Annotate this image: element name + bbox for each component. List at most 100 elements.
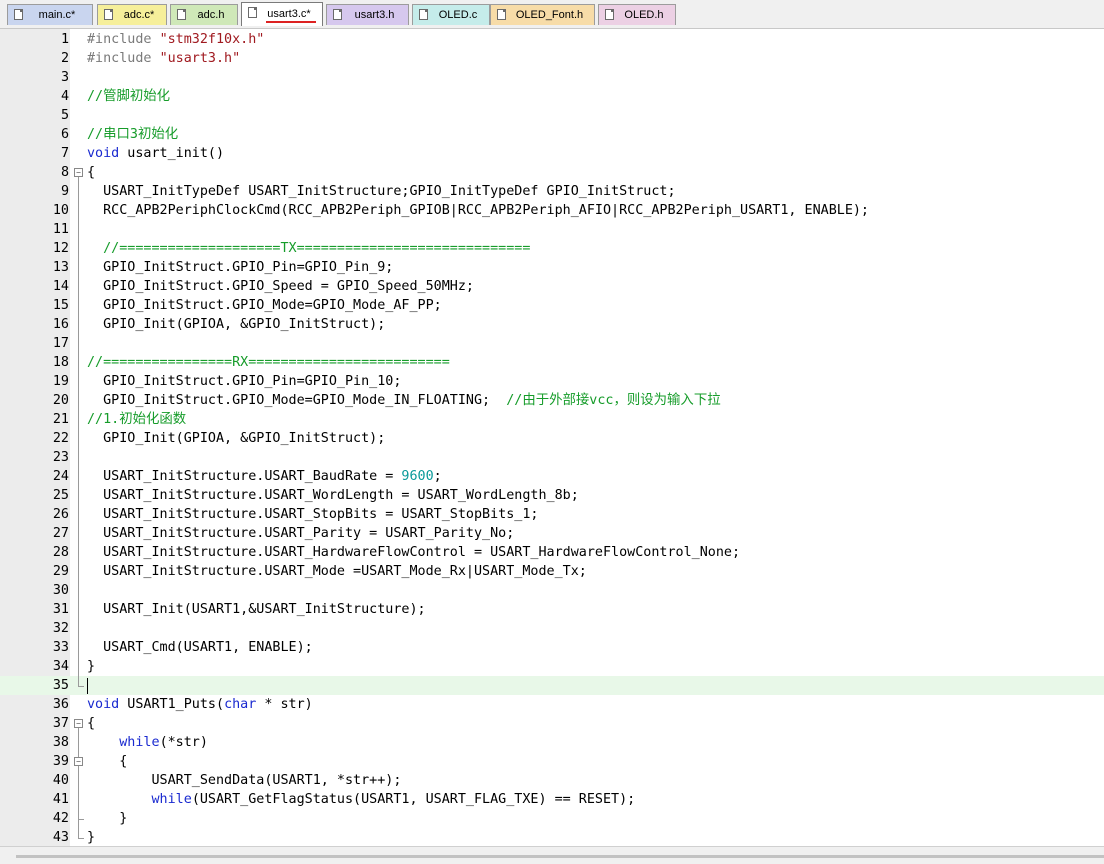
- code-token: GPIO_InitStruct.GPIO_Mode=GPIO_Mode_IN_F…: [87, 393, 507, 408]
- tab-label: usart3.h: [354, 9, 395, 21]
- line-number: 21: [52, 412, 69, 427]
- line-number: 35: [52, 678, 69, 693]
- code-text: }: [87, 828, 95, 846]
- scrollbar-thumb[interactable]: [16, 855, 1104, 858]
- code-line[interactable]: 6 //串口3初始化: [0, 125, 1104, 144]
- line-number: 22: [52, 431, 69, 446]
- code-text: while(*str): [87, 733, 208, 752]
- active-tab-indicator: [266, 21, 316, 23]
- code-line[interactable]: 21 //1.初始化函数: [0, 410, 1104, 429]
- line-number: 31: [52, 602, 69, 617]
- code-line[interactable]: 39 {: [0, 752, 1104, 771]
- code-token: ;: [433, 469, 442, 484]
- tab-usart3-c[interactable]: usart3.c*: [241, 2, 323, 26]
- code-line[interactable]: 7 void usart_init(): [0, 144, 1104, 163]
- code-line[interactable]: 13 GPIO_InitStruct.GPIO_Pin=GPIO_Pin_9;: [0, 258, 1104, 277]
- code-line[interactable]: 27 USART_InitStructure.USART_Parity = US…: [0, 524, 1104, 543]
- code-text: //================RX====================…: [87, 353, 450, 372]
- code-token: }: [87, 811, 128, 826]
- code-line[interactable]: 17: [0, 334, 1104, 353]
- code-line[interactable]: 35: [0, 676, 1104, 695]
- code-line[interactable]: 1 #include "stm32f10x.h": [0, 30, 1104, 49]
- code-line[interactable]: 36 void USART1_Puts(char * str): [0, 695, 1104, 714]
- code-token: }: [87, 659, 96, 674]
- code-line[interactable]: 26 USART_InitStructure.USART_StopBits = …: [0, 505, 1104, 524]
- code-line[interactable]: 20 GPIO_InitStruct.GPIO_Mode=GPIO_Mode_I…: [0, 391, 1104, 410]
- line-number: 28: [52, 545, 69, 560]
- code-line[interactable]: 3: [0, 68, 1104, 87]
- line-number: 2: [60, 51, 69, 66]
- code-line[interactable]: 34}: [0, 657, 1104, 676]
- code-text: USART_InitStructure.USART_Parity = USART…: [87, 524, 514, 543]
- code-text: GPIO_InitStruct.GPIO_Speed = GPIO_Speed_…: [87, 277, 474, 296]
- code-line[interactable]: 32: [0, 619, 1104, 638]
- code-line[interactable]: 28 USART_InitStructure.USART_HardwareFlo…: [0, 543, 1104, 562]
- line-number: 38: [52, 735, 69, 750]
- code-line[interactable]: 37 {: [0, 714, 1104, 733]
- code-text: USART_InitTypeDef USART_InitStructure;GP…: [87, 182, 675, 201]
- code-line[interactable]: 11: [0, 220, 1104, 239]
- line-number: 3: [60, 70, 69, 85]
- tab-usart3-h[interactable]: usart3.h: [326, 4, 409, 25]
- fold-end-marker: [78, 819, 84, 820]
- horizontal-scrollbar[interactable]: [0, 846, 1104, 864]
- tab-main-c[interactable]: main.c*: [7, 4, 93, 25]
- code-line[interactable]: 38 while(*str): [0, 733, 1104, 752]
- code-line[interactable]: 33 USART_Cmd(USART1, ENABLE);: [0, 638, 1104, 657]
- line-number: 29: [52, 564, 69, 579]
- line-number: 20: [52, 393, 69, 408]
- code-token: #include: [87, 51, 160, 66]
- tab-adc-c[interactable]: adc.c*: [97, 4, 167, 25]
- tab-label: adc.c*: [123, 9, 155, 21]
- code-line[interactable]: 43}: [0, 828, 1104, 846]
- code-text: //管脚初始化: [87, 87, 170, 106]
- code-token: "usart3.h": [159, 51, 241, 66]
- code-line[interactable]: 12 //====================TX=============…: [0, 239, 1104, 258]
- tab-adc-h[interactable]: adc.h: [170, 4, 238, 25]
- line-number: 6: [60, 127, 69, 142]
- code-line[interactable]: 30: [0, 581, 1104, 600]
- line-number: 42: [52, 811, 69, 826]
- code-line[interactable]: 18 //================RX==================…: [0, 353, 1104, 372]
- tab-oled-c[interactable]: OLED.c: [412, 4, 490, 25]
- code-line[interactable]: 8{: [0, 163, 1104, 182]
- fold-guide: [78, 177, 79, 686]
- code-line[interactable]: 16 GPIO_Init(GPIOA, &GPIO_InitStruct);: [0, 315, 1104, 334]
- code-line[interactable]: 29 USART_InitStructure.USART_Mode =USART…: [0, 562, 1104, 581]
- code-line[interactable]: 23: [0, 448, 1104, 467]
- code-line[interactable]: 15 GPIO_InitStruct.GPIO_Mode=GPIO_Mode_A…: [0, 296, 1104, 315]
- code-line[interactable]: 5: [0, 106, 1104, 125]
- code-line[interactable]: 10 RCC_APB2PeriphClockCmd(RCC_APB2Periph…: [0, 201, 1104, 220]
- tab-label: main.c*: [38, 9, 76, 21]
- code-line[interactable]: 31 USART_Init(USART1,&USART_InitStructur…: [0, 600, 1104, 619]
- code-line[interactable]: 22 GPIO_Init(GPIOA, &GPIO_InitStruct);: [0, 429, 1104, 448]
- code-token: }: [87, 830, 96, 845]
- line-number: 14: [52, 279, 69, 294]
- code-editor[interactable]: 1 #include "stm32f10x.h" 2 #include "usart3…: [0, 29, 1104, 846]
- code-token: GPIO_InitStruct.GPIO_Mode=GPIO_Mode_AF_P…: [87, 298, 442, 313]
- code-line[interactable]: 40 USART_SendData(USART1, *str++);: [0, 771, 1104, 790]
- line-number: 12: [52, 241, 69, 256]
- line-number: 1: [60, 32, 69, 47]
- tab-oled-h[interactable]: OLED.h: [598, 4, 676, 25]
- code-line[interactable]: 2 #include "usart3.h": [0, 49, 1104, 68]
- code-line[interactable]: 9 USART_InitTypeDef USART_InitStructure;…: [0, 182, 1104, 201]
- code-line[interactable]: 14 GPIO_InitStruct.GPIO_Speed = GPIO_Spe…: [0, 277, 1104, 296]
- fold-toggle-icon[interactable]: −: [74, 757, 83, 766]
- code-token: USART_InitStructure.USART_WordLength = U…: [87, 488, 579, 503]
- code-token: (USART_GetFlagStatus(USART1, USART_FLAG_…: [191, 792, 636, 807]
- code-line[interactable]: 19 GPIO_InitStruct.GPIO_Pin=GPIO_Pin_10;: [0, 372, 1104, 391]
- code-line[interactable]: 42 }: [0, 809, 1104, 828]
- code-token: #include: [87, 32, 160, 47]
- fold-toggle-icon[interactable]: −: [74, 168, 83, 177]
- code-line[interactable]: 4 //管脚初始化: [0, 87, 1104, 106]
- code-text: //1.初始化函数: [87, 410, 186, 429]
- code-line[interactable]: 24 USART_InitStructure.USART_BaudRate = …: [0, 467, 1104, 486]
- code-line[interactable]: 25 USART_InitStructure.USART_WordLength …: [0, 486, 1104, 505]
- line-number: 19: [52, 374, 69, 389]
- tab-oled-font-h[interactable]: OLED_Font.h: [490, 4, 595, 25]
- fold-toggle-icon[interactable]: −: [74, 719, 83, 728]
- code-line[interactable]: 41 while(USART_GetFlagStatus(USART1, USA…: [0, 790, 1104, 809]
- code-text: {: [87, 163, 95, 182]
